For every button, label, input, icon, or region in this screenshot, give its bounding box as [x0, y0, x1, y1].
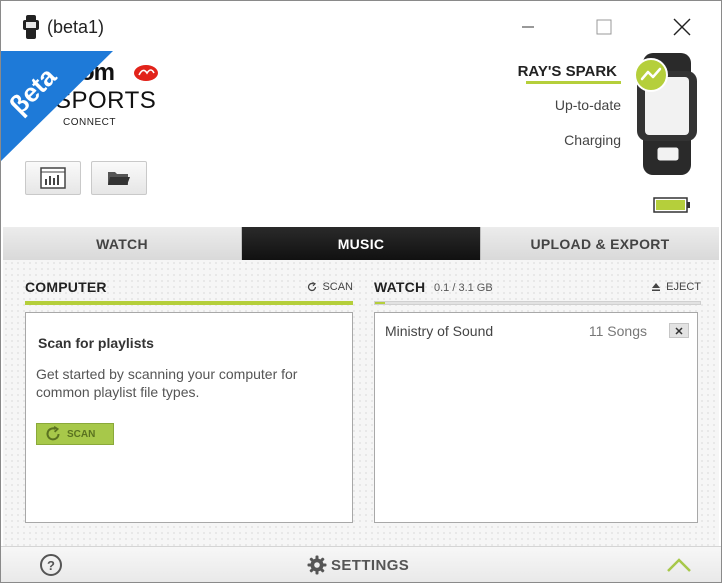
scan-button[interactable]: SCAN [36, 423, 114, 445]
playlist-song-count: 11 Songs [588, 323, 647, 339]
maximize-icon [596, 19, 612, 35]
stats-chart-icon [40, 167, 66, 189]
main-tabs: WATCH MUSIC UPLOAD & EXPORT [3, 227, 719, 260]
beta-badge: βeta [1, 51, 121, 161]
help-icon: ? [47, 557, 55, 573]
title-bar: (beta1) [1, 1, 721, 53]
minimize-icon [522, 26, 534, 28]
folder-icon [108, 172, 130, 185]
remove-playlist-button[interactable] [669, 323, 689, 338]
playlist-row[interactable]: Ministry of Sound 11 Songs [385, 321, 689, 341]
scan-link[interactable]: SCAN [307, 281, 353, 293]
watch-panel-title: WATCH [374, 279, 426, 295]
computer-panel-header: COMPUTER SCAN [25, 279, 353, 301]
device-name-underline [526, 81, 621, 84]
music-content: COMPUTER SCAN Scan for playlists Get sta… [3, 260, 719, 546]
computer-panel: Scan for playlists Get started by scanni… [25, 312, 353, 523]
gear-icon [307, 555, 327, 575]
eject-label: EJECT [666, 281, 701, 293]
charging-status: Charging [564, 132, 621, 148]
refresh-icon [46, 426, 60, 441]
sync-status: Up-to-date [554, 97, 621, 113]
tab-music[interactable]: MUSIC [242, 227, 481, 260]
scan-button-label: SCAN [67, 428, 96, 440]
computer-panel-title: COMPUTER [25, 279, 107, 295]
settings-button[interactable]: SETTINGS [307, 555, 409, 575]
close-icon [673, 18, 691, 36]
maximize-button[interactable] [587, 11, 621, 43]
computer-panel-bar [25, 301, 353, 305]
activities-button[interactable] [25, 161, 81, 195]
refresh-icon [308, 282, 317, 292]
logo-hands-icon [134, 65, 158, 81]
open-folder-button[interactable] [91, 161, 147, 195]
minimize-button[interactable] [511, 11, 545, 43]
battery-icon [653, 197, 690, 213]
storage-bar [374, 301, 701, 305]
tab-watch[interactable]: WATCH [3, 227, 242, 260]
storage-usage: 0.1 / 3.1 GB [434, 282, 493, 294]
close-icon [675, 326, 683, 335]
watch-panel: Ministry of Sound 11 Songs [374, 312, 698, 523]
chevron-up-icon[interactable] [665, 555, 693, 575]
eject-button[interactable]: EJECT [651, 281, 701, 293]
tab-upload-export[interactable]: UPLOAD & EXPORT [481, 227, 719, 260]
footer-bar: ? SETTINGS [1, 546, 721, 582]
settings-label: SETTINGS [331, 556, 410, 574]
eject-icon [652, 283, 661, 291]
window-title: (beta1) [47, 17, 105, 37]
help-button[interactable]: ? [40, 554, 62, 576]
scan-link-label: SCAN [322, 281, 353, 293]
app-window: (beta1) tom SPORTS CONNECT βeta RAY'S SP… [0, 0, 722, 583]
scan-heading: Scan for playlists [38, 335, 154, 351]
close-button[interactable] [665, 11, 699, 43]
watch-app-icon [23, 15, 39, 39]
device-name: RAY'S SPARK [517, 63, 617, 80]
watch-panel-header: WATCH 0.1 / 3.1 GB EJECT [374, 279, 701, 301]
scan-description: Get started by scanning your computer fo… [36, 366, 298, 400]
watch-device-image [634, 53, 697, 175]
playlist-name: Ministry of Sound [385, 323, 494, 339]
storage-bar-fill [375, 302, 385, 304]
